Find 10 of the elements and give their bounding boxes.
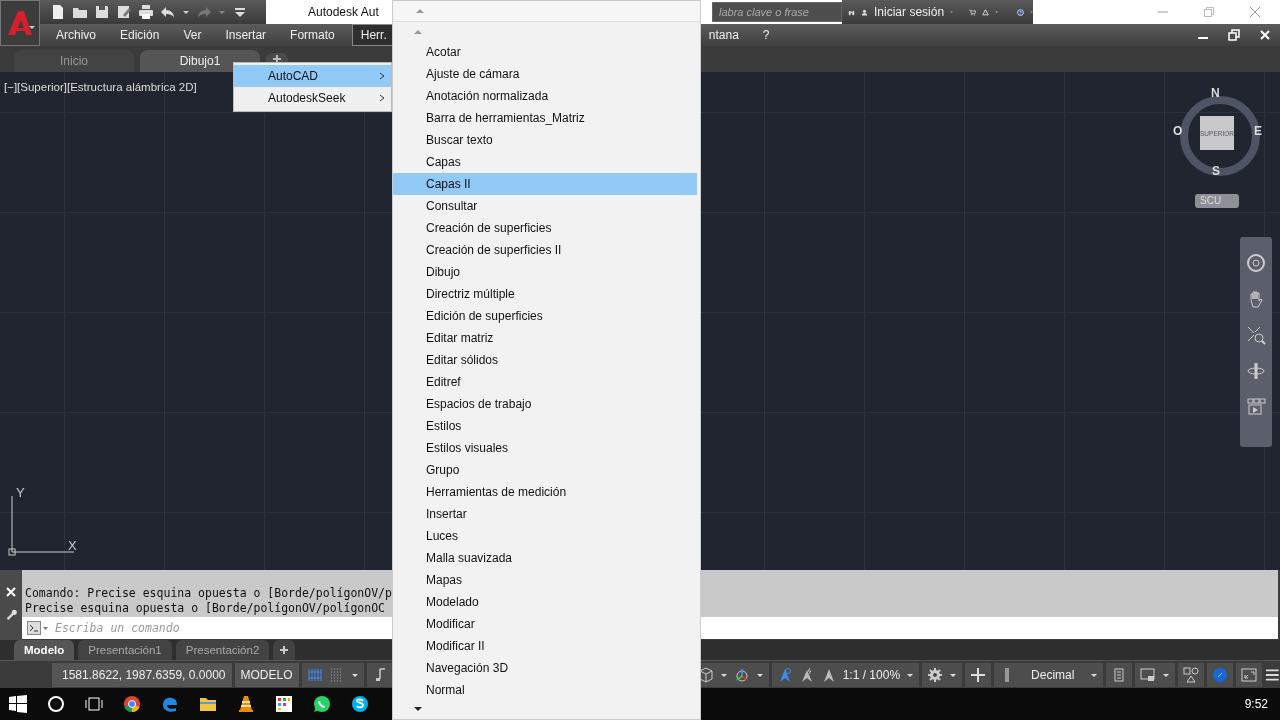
compass-label: N (1211, 86, 1220, 100)
compass-label: S (1212, 164, 1220, 178)
clock: 9:52 (1244, 697, 1269, 711)
compass-label: E (1254, 124, 1262, 138)
window-title: Autodesk Aut (308, 5, 379, 19)
axis-label: X (68, 538, 77, 553)
compass-label: O (1173, 124, 1183, 138)
command-history-line: Comando: Precise esquina opuesta o [Borde/polígonOV/p (25, 586, 392, 601)
command-history-line: Precise esquina opuesta o [Borde/polígonOV/polígonOC (25, 601, 386, 616)
axis-label: Y (16, 485, 25, 500)
